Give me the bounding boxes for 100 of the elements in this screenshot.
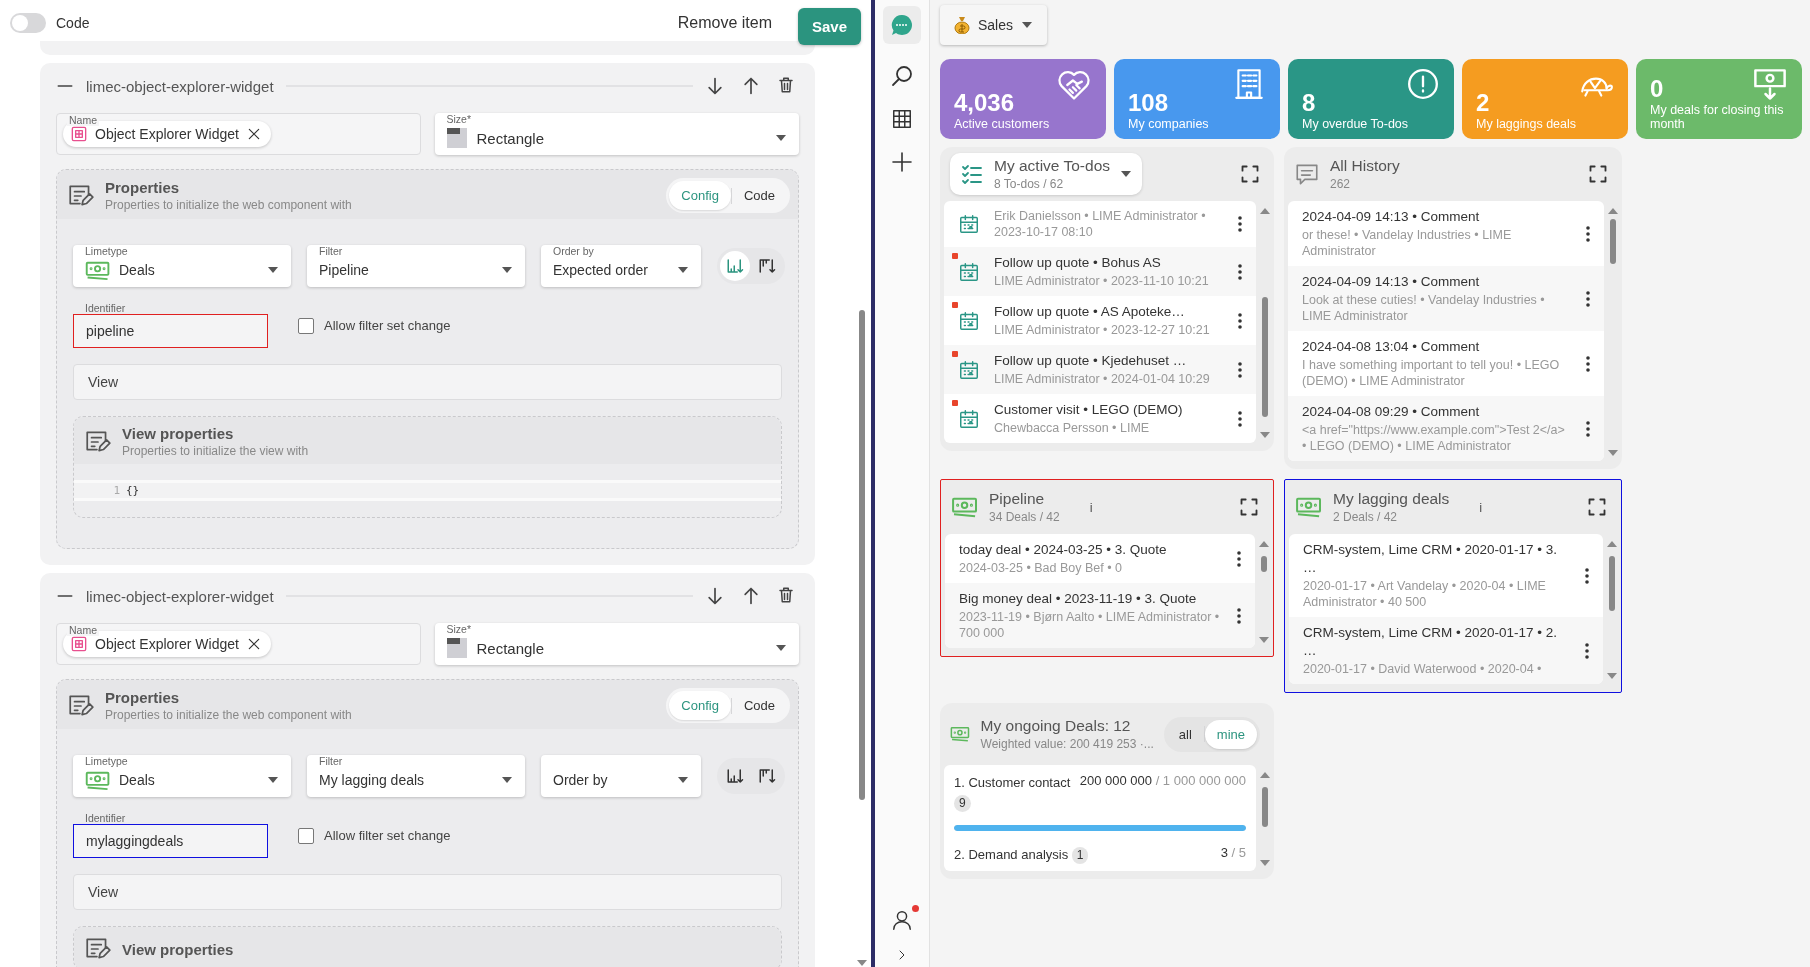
scroll-up-icon[interactable] bbox=[1260, 771, 1270, 778]
search-icon[interactable] bbox=[890, 64, 914, 88]
more-icon[interactable] bbox=[1237, 550, 1241, 567]
list-item[interactable]: 2024-04-08 09:29 • Comment <a href="https://www.example.com">Test 2</a> • LEGO (DEMO) • LIME Administrator bbox=[1288, 396, 1604, 461]
scroll-up-icon[interactable] bbox=[1607, 540, 1617, 547]
mode-tab[interactable]: Config bbox=[669, 181, 731, 210]
field-label: Order by bbox=[551, 246, 596, 257]
remove-item-button[interactable]: Remove item bbox=[677, 9, 772, 36]
mode-tab[interactable]: Code bbox=[731, 691, 787, 720]
list-item[interactable]: 2024-04-09 14:13 • Comment or these! • Vandelay Industries • LIME Administrator bbox=[1288, 201, 1604, 266]
scroll-up-icon[interactable] bbox=[1608, 207, 1618, 214]
list-item[interactable]: Follow up quote • Bohus AS LIME Administrator • 2023-11-10 10:21 bbox=[944, 247, 1256, 296]
filter-tab[interactable]: all bbox=[1166, 719, 1204, 749]
order-by-select[interactable]: Order by bbox=[541, 755, 701, 797]
item-details: 2023-11-19 • Bjørn Aalto • LIME Administrator • 700 000 bbox=[959, 609, 1221, 641]
more-icon[interactable] bbox=[1585, 642, 1589, 659]
more-icon[interactable] bbox=[1238, 410, 1242, 427]
order-by-select[interactable]: Order by Expected order bbox=[541, 245, 701, 287]
dashboard-select[interactable]: Sales bbox=[940, 5, 1048, 45]
identifier-field[interactable]: mylaggingdeals bbox=[73, 824, 268, 858]
list-item[interactable]: Customer visit • LEGO (DEMO) Chewbacca Persson • LIME bbox=[944, 394, 1256, 443]
close-icon[interactable] bbox=[246, 637, 261, 651]
scrollbar-thumb[interactable] bbox=[859, 310, 865, 800]
arrow-down-icon[interactable] bbox=[705, 586, 725, 606]
close-icon[interactable] bbox=[246, 127, 261, 141]
scroll-up-icon[interactable] bbox=[1259, 540, 1269, 547]
more-icon[interactable] bbox=[1238, 263, 1242, 280]
scrollbar-thumb[interactable] bbox=[1610, 219, 1616, 264]
list-item[interactable]: CRM-system, Lime CRM • 2020-01-17 • 2. … 2020-01-17 • David Waterwood • 2020-04 • bbox=[1289, 617, 1603, 684]
chat-logo-icon[interactable] bbox=[890, 13, 914, 37]
more-icon[interactable] bbox=[1238, 361, 1242, 378]
scroll-down-icon[interactable] bbox=[1608, 450, 1618, 457]
more-icon[interactable] bbox=[1586, 290, 1590, 307]
limetype-select[interactable]: Limetype Deals bbox=[73, 245, 291, 287]
save-button[interactable]: Save bbox=[797, 8, 861, 45]
todos-select[interactable]: My active To-dos 8 To-dos / 62 bbox=[950, 153, 1142, 195]
view-field[interactable]: View bbox=[73, 364, 782, 400]
list-item[interactable]: 2024-04-09 14:13 • Comment Look at these cuties! • Vandelay Industries • LIME Administrator bbox=[1288, 266, 1604, 331]
info-button[interactable]: i bbox=[1089, 499, 1093, 515]
stage-row[interactable]: 2. Demand analysis 1 3 / 5 bbox=[944, 837, 1256, 871]
list-item[interactable]: today deal • 2024-03-25 • 3. Quote 2024-03-25 • Bad Boy Bef • 0 bbox=[945, 534, 1255, 583]
scroll-down-icon[interactable] bbox=[857, 960, 867, 967]
size-select[interactable]: Size* Rectangle bbox=[434, 113, 799, 155]
fullscreen-icon[interactable] bbox=[1588, 164, 1608, 184]
fullscreen-icon[interactable] bbox=[1587, 497, 1607, 517]
grid-icon[interactable] bbox=[891, 108, 913, 130]
scroll-down-icon[interactable] bbox=[1259, 637, 1269, 644]
more-icon[interactable] bbox=[1586, 420, 1590, 437]
scrollbar-thumb[interactable] bbox=[1262, 297, 1268, 417]
trash-icon[interactable] bbox=[777, 76, 795, 94]
fullscreen-icon[interactable] bbox=[1239, 497, 1259, 517]
list-item[interactable]: Follow up quote • AS Apoteke… LIME Administrator • 2023-12-27 10:21 bbox=[944, 296, 1256, 345]
name-field[interactable]: Name Object Explorer Widget bbox=[56, 113, 421, 155]
more-icon[interactable] bbox=[1237, 607, 1241, 624]
mode-tab[interactable]: Config bbox=[669, 691, 731, 720]
scroll-down-icon[interactable] bbox=[1260, 432, 1270, 439]
scroll-down-icon[interactable] bbox=[1260, 860, 1270, 867]
identifier-field[interactable]: pipeline bbox=[73, 314, 268, 348]
checkbox[interactable] bbox=[298, 827, 314, 844]
more-icon[interactable] bbox=[1586, 225, 1590, 242]
mode-tab[interactable]: Code bbox=[731, 181, 787, 210]
trash-icon[interactable] bbox=[777, 586, 795, 604]
fullscreen-icon[interactable] bbox=[1240, 164, 1260, 184]
arrow-up-icon[interactable] bbox=[741, 586, 761, 606]
scrollbar-thumb[interactable] bbox=[1262, 787, 1268, 827]
list-item[interactable]: Big money deal • 2023-11-19 • 3. Quote 2023-11-19 • Bjørn Aalto • LIME Administrator • 700 000 bbox=[945, 583, 1255, 648]
list-item[interactable]: 2024-04-08 13:04 • Comment I have something important to tell you! • LEGO (DEMO) • LIME Administrator bbox=[1288, 331, 1604, 396]
filter-select[interactable]: Filter Pipeline bbox=[307, 245, 525, 287]
view-field[interactable]: View bbox=[73, 874, 782, 910]
caret-icon bbox=[1120, 170, 1132, 178]
scrollbar-thumb[interactable] bbox=[1261, 556, 1267, 572]
filter-tab[interactable]: mine bbox=[1204, 719, 1257, 749]
more-icon[interactable] bbox=[1586, 355, 1590, 372]
field-value: Deals bbox=[119, 262, 156, 278]
scrollbar-thumb[interactable] bbox=[1609, 556, 1615, 611]
field-label: Limetype bbox=[83, 756, 130, 767]
user-icon[interactable] bbox=[891, 909, 913, 931]
checkbox[interactable] bbox=[298, 317, 314, 334]
stage-row[interactable]: 1. Customer contact 9 200 000 000 / 1 000 000 000 bbox=[944, 765, 1256, 837]
more-icon[interactable] bbox=[1238, 216, 1242, 232]
limetype-select[interactable]: Limetype Deals bbox=[73, 755, 291, 797]
item-details: LIME Administrator • 2024-01-04 10:29 bbox=[994, 371, 1211, 387]
info-button[interactable]: i bbox=[1479, 499, 1483, 515]
list-item[interactable]: Follow up quote • Kjedehuset … LIME Administrator • 2024-01-04 10:29 bbox=[944, 345, 1256, 394]
item-title: Follow up quote • AS Apoteke… bbox=[994, 303, 1186, 321]
arrow-down-icon[interactable] bbox=[705, 76, 725, 96]
size-select[interactable]: Size* Rectangle bbox=[434, 623, 799, 665]
kpi-card[interactable]: 4,036 Active customers bbox=[940, 59, 1106, 139]
more-icon[interactable] bbox=[1585, 567, 1589, 584]
scroll-up-icon[interactable] bbox=[1260, 207, 1270, 214]
more-icon[interactable] bbox=[1238, 312, 1242, 329]
kpi-card[interactable]: 8 My overdue To-dos bbox=[1288, 59, 1454, 139]
calendar-icon bbox=[958, 260, 980, 283]
arrow-up-icon[interactable] bbox=[741, 76, 761, 96]
scroll-down-icon[interactable] bbox=[1607, 673, 1617, 680]
toggle-switch[interactable] bbox=[10, 12, 46, 33]
add-icon[interactable] bbox=[890, 150, 914, 174]
name-field[interactable]: Name Object Explorer Widget bbox=[56, 623, 421, 665]
list-item[interactable]: CRM-system, Lime CRM • 2020-01-17 • 3. … 2020-01-17 • Art Vandelay • 2020-04 • LIME Administrator • 40 500 bbox=[1289, 534, 1603, 617]
filter-select[interactable]: Filter My lagging deals bbox=[307, 755, 525, 797]
